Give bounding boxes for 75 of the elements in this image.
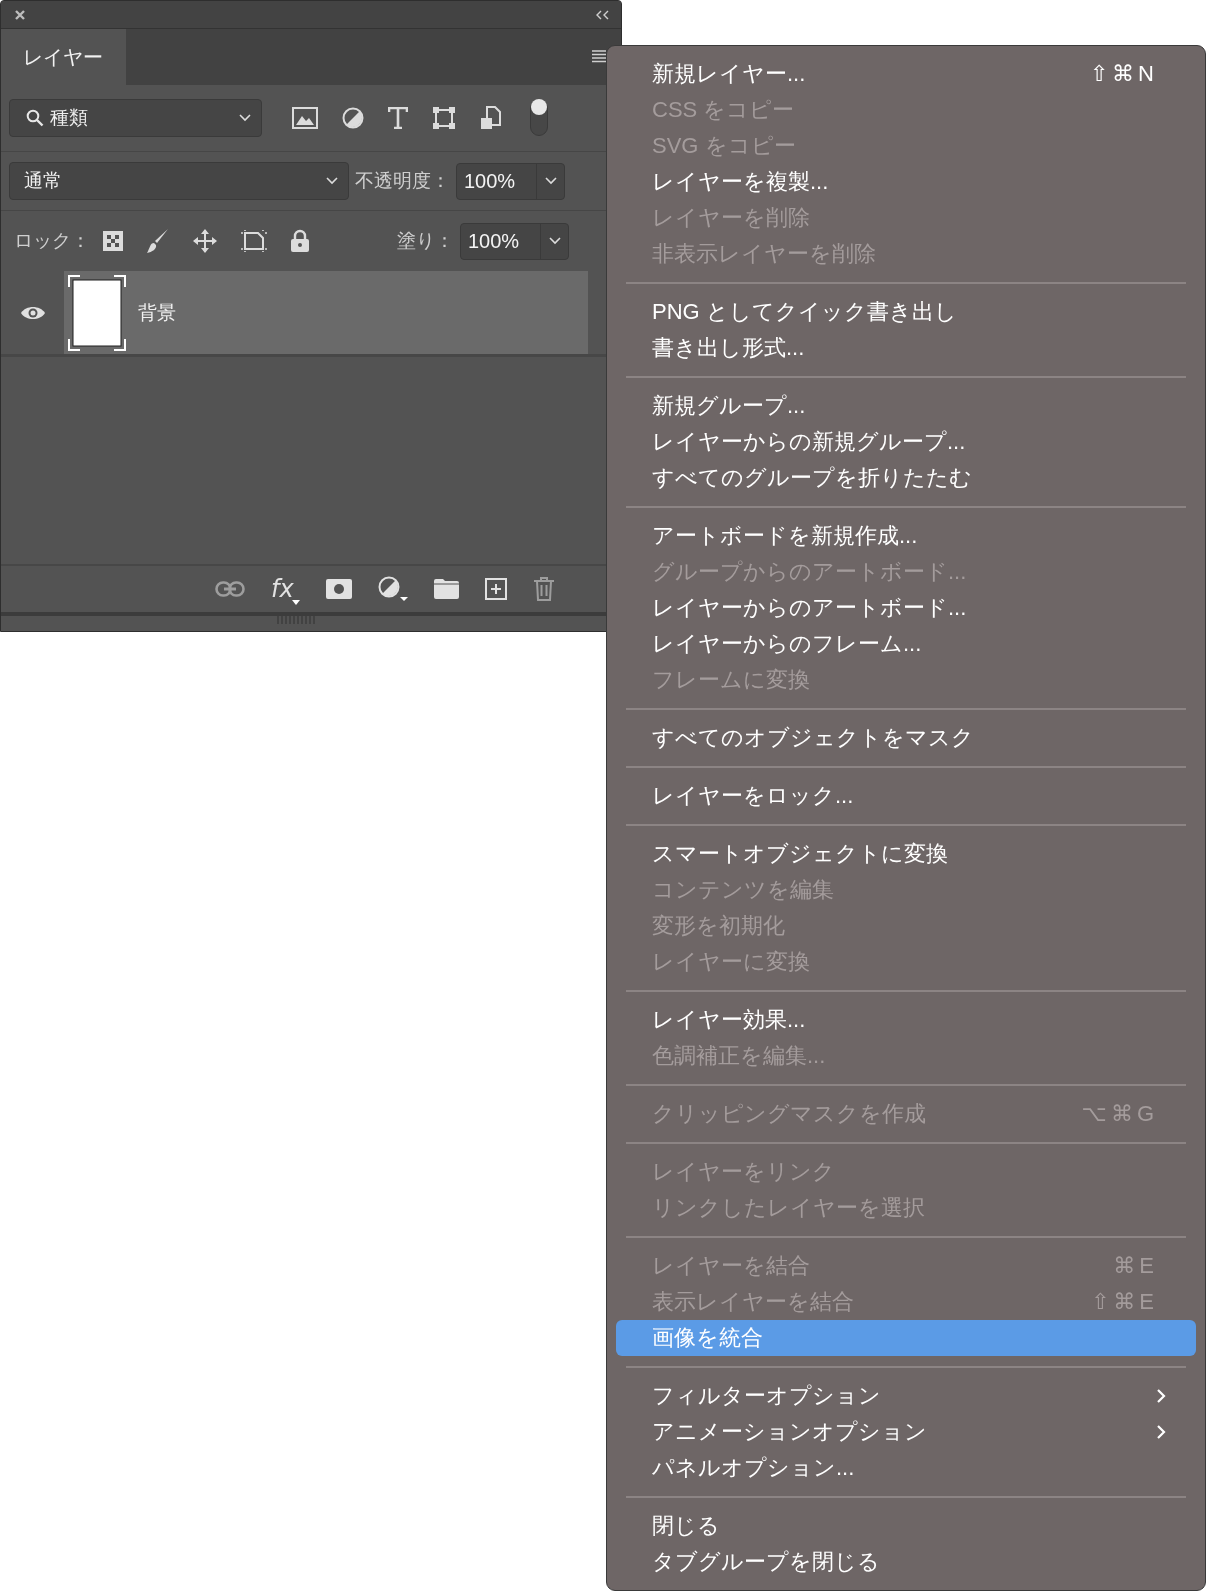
folder-icon[interactable] <box>433 579 459 599</box>
menu-item-label: PNG としてクイック書き出し <box>652 298 958 326</box>
new-layer-icon[interactable] <box>484 578 507 600</box>
layer-row[interactable]: 背景 <box>64 271 588 354</box>
menu-item-label: パネルオプション... <box>652 1454 856 1482</box>
mask-icon[interactable] <box>325 579 352 599</box>
image-icon[interactable] <box>292 107 318 129</box>
type-icon[interactable] <box>388 107 408 129</box>
menu-item-label: レイヤーを複製... <box>652 168 830 196</box>
menu-item[interactable]: すべてのグループを折りたたむ <box>616 460 1196 496</box>
collapse-icon[interactable] <box>596 9 609 20</box>
blend-mode-dropdown[interactable]: 通常 <box>9 162 349 200</box>
menu-item-label: レイヤーをロック... <box>652 782 855 810</box>
menu-item-label: 閉じる <box>652 1512 721 1540</box>
menu-item[interactable]: 画像を統合 <box>616 1320 1196 1356</box>
menu-item[interactable]: アートボードを新規作成... <box>616 518 1196 554</box>
close-icon[interactable] <box>14 8 26 21</box>
opacity-label: 不透明度： <box>355 169 450 193</box>
menu-item[interactable]: レイヤー効果... <box>616 1002 1196 1038</box>
menu-item[interactable]: レイヤーからのフレーム... <box>616 626 1196 662</box>
menu-item-label: レイヤー効果... <box>652 1006 807 1034</box>
menu-item-label: アートボードを新規作成... <box>652 522 919 550</box>
menu-item-label: 画像を統合 <box>652 1324 764 1352</box>
menu-item[interactable]: 新規グループ... <box>616 388 1196 424</box>
menu-item-label: アニメーションオプション <box>652 1418 928 1446</box>
fill-field[interactable]: 100% <box>460 222 569 260</box>
menu-item[interactable]: タブグループを閉じる <box>616 1544 1196 1580</box>
chevron-down-icon[interactable] <box>548 237 561 245</box>
shortcut-label: ⇧⌘N <box>1089 61 1158 87</box>
menu-item-label: 新規レイヤー... <box>652 60 807 88</box>
menu-item[interactable]: レイヤーをロック... <box>616 778 1196 814</box>
chevron-down-icon[interactable] <box>544 177 557 185</box>
menu-item[interactable]: レイヤーからのアートボード... <box>616 590 1196 626</box>
document-icon[interactable] <box>480 106 502 130</box>
search-icon <box>26 109 44 127</box>
menu-item-label: レイヤーからのアートボード... <box>652 594 968 622</box>
half-circle-icon[interactable] <box>342 107 364 129</box>
panel-tab[interactable]: レイヤー <box>1 29 126 85</box>
lock-icon[interactable] <box>290 229 310 253</box>
menu-item-label: すべてのオブジェクトをマスク <box>652 724 975 752</box>
menu-item-label: 新規グループ... <box>652 392 807 420</box>
menu-item[interactable]: 新規レイヤー... ⇧⌘N <box>616 56 1196 92</box>
menu-item[interactable]: 閉じる <box>616 1508 1196 1544</box>
artboard-icon[interactable] <box>240 229 268 253</box>
menu-item[interactable]: PNG としてクイック書き出し <box>616 294 1196 330</box>
menu-item[interactable]: すべてのオブジェクトをマスク <box>616 720 1196 756</box>
menu-item[interactable]: パネルオプション... <box>616 1450 1196 1486</box>
menu-item-label: 書き出し形式... <box>652 334 806 362</box>
menu-item[interactable]: 書き出し形式... <box>616 330 1196 366</box>
lock-label: ロック： <box>14 229 90 253</box>
brush-icon[interactable] <box>146 228 170 254</box>
menu-item[interactable]: アニメーションオプション <box>616 1414 1196 1450</box>
filter-toggle[interactable] <box>530 100 548 136</box>
menu-item-label: レイヤーからの新規グループ... <box>652 428 967 456</box>
menu-item-label: すべてのグループを折りたたむ <box>652 464 973 492</box>
filter-dropdown[interactable]: 種類 <box>9 99 262 137</box>
opacity-field[interactable]: 100% <box>456 162 565 200</box>
move-icon[interactable] <box>192 228 218 254</box>
menu-item[interactable]: スマートオブジェクトに変換 <box>616 836 1196 872</box>
eye-icon[interactable] <box>19 304 46 321</box>
menu-icon[interactable] <box>592 49 606 63</box>
menu-item[interactable]: レイヤーを複製... <box>616 164 1196 200</box>
layer-name: 背景 <box>138 300 176 325</box>
checkerboard-icon[interactable] <box>102 230 124 252</box>
menu-item-label: スマートオブジェクトに変換 <box>652 840 949 868</box>
fill-label: 塗り： <box>397 229 454 253</box>
menu-item[interactable]: フィルターオプション <box>616 1378 1196 1414</box>
adjustment-icon[interactable] <box>377 576 408 602</box>
menu-item-label: タブグループを閉じる <box>652 1548 881 1576</box>
transform-icon[interactable] <box>432 106 456 130</box>
menu-item-label: レイヤーからのフレーム... <box>652 630 923 658</box>
menu-item[interactable]: レイヤーからの新規グループ... <box>616 424 1196 460</box>
chevron-down-icon <box>239 114 251 122</box>
menu-item-label: フィルターオプション <box>652 1382 882 1410</box>
chevron-down-icon <box>326 177 338 185</box>
